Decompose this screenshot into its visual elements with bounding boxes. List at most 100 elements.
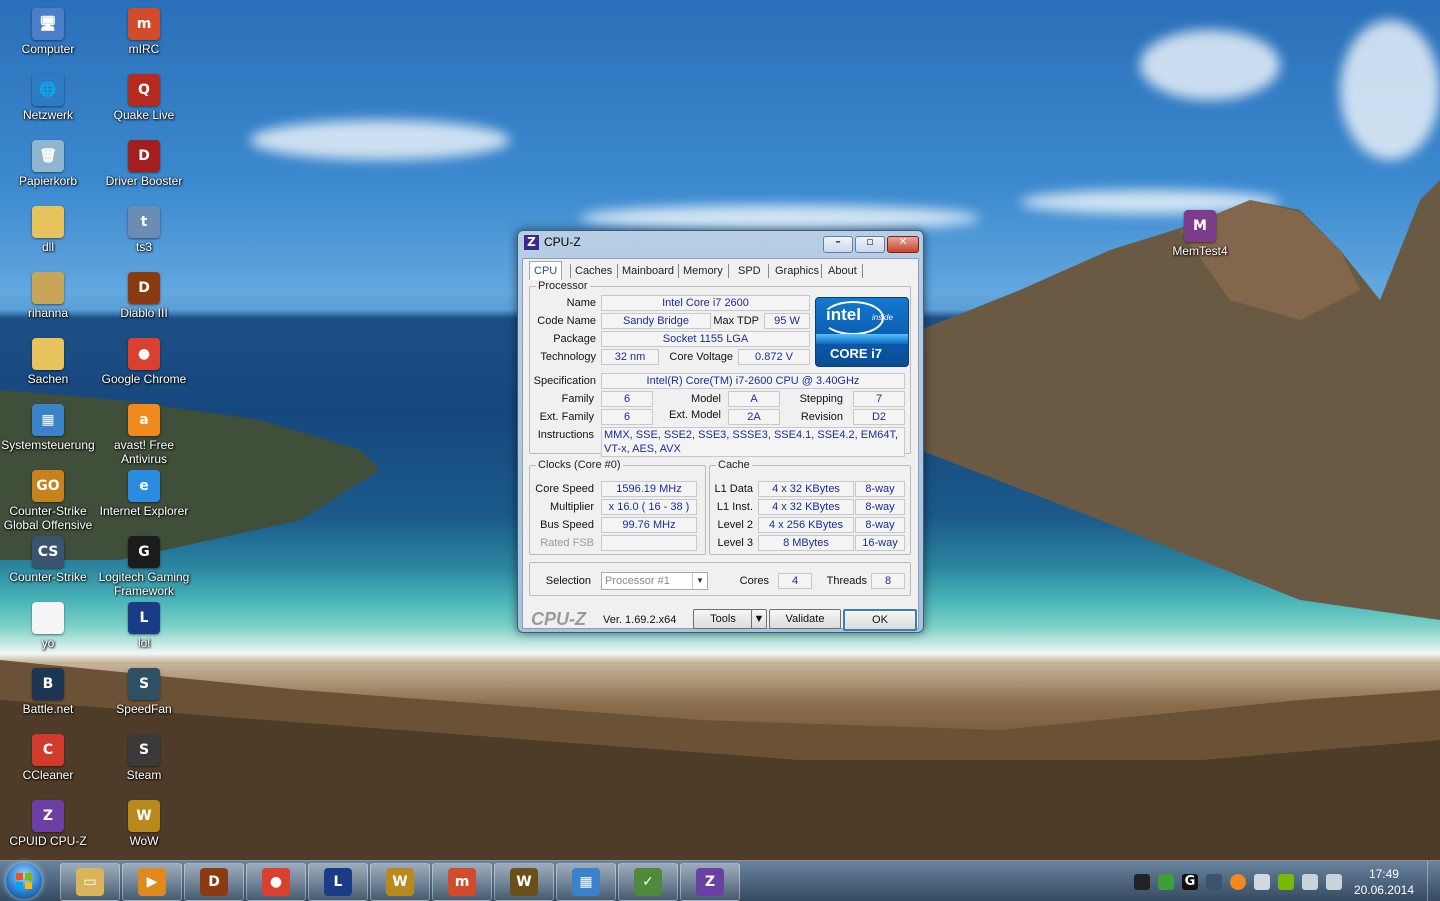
logitech-tray-icon[interactable]: G <box>1182 874 1198 890</box>
taskbar-button-explorer[interactable]: ▭ <box>60 863 120 901</box>
desktop-icon-logitech-gaming-framework[interactable]: G Logitech Gaming Framework <box>96 532 192 598</box>
network-tray-icon[interactable] <box>1254 874 1270 890</box>
ratedfsb-value <box>601 535 697 551</box>
desktop-icon-battle-net[interactable]: B Battle.net <box>0 664 96 726</box>
nvidia-tray-icon[interactable] <box>1278 874 1294 890</box>
desktop-icon-diablo-iii[interactable]: D Diablo III <box>96 268 192 330</box>
action-center-flag-icon[interactable] <box>1326 874 1342 890</box>
speedfan-tray-icon[interactable] <box>1206 874 1222 890</box>
cores-value: 4 <box>778 573 812 589</box>
close-button[interactable]: ✕ <box>887 235 919 253</box>
volume-icon[interactable] <box>1302 874 1318 890</box>
taskbar-button-wow-2[interactable]: W <box>494 863 554 901</box>
tab-separator <box>768 264 769 278</box>
desktop-icon-computer[interactable]: 🖥 Computer <box>0 4 96 66</box>
cpuz-brand-logo: CPU-Z <box>531 609 586 629</box>
desktop-icon-internet-explorer[interactable]: e Internet Explorer <box>96 466 192 528</box>
cache-size-l3: 8 MBytes <box>758 535 854 551</box>
taskbar-clock[interactable]: 17:49 20.06.2014 <box>1354 866 1414 898</box>
desktop-icon-counter-strike[interactable]: CS Counter-Strike <box>0 532 96 594</box>
control-panel-icon: ▦ <box>572 868 600 896</box>
package-label: Package <box>553 333 596 345</box>
validate-button[interactable]: Validate <box>769 609 841 629</box>
window-title: CPU-Z <box>544 235 581 249</box>
taskbar-button-lol[interactable]: L <box>308 863 368 901</box>
cpuz-titlebar[interactable]: Z CPU-Z – ▫ ✕ <box>518 231 923 255</box>
taskbar-button-diablo[interactable]: D <box>184 863 244 901</box>
tab-caches[interactable]: Caches <box>571 263 616 279</box>
tab-about[interactable]: About <box>824 263 861 279</box>
cache-way-l1inst: 8-way <box>855 499 905 515</box>
desktop-icon-speedfan[interactable]: S SpeedFan <box>96 664 192 726</box>
clocks-legend: Clocks (Core #0) <box>538 459 621 471</box>
desktop-icon-sachen[interactable]: Sachen <box>0 334 96 396</box>
desktop-icon-label: Counter-Strike Global Offensive <box>3 504 93 532</box>
desktop-icon-driver-booster[interactable]: D Driver Booster <box>96 136 192 198</box>
computer-icon: 🖥 <box>32 8 64 40</box>
cache-label-l3: Level 3 <box>717 537 753 549</box>
tools-dropdown-button[interactable]: ▼ <box>751 609 767 629</box>
windows-logo-icon <box>16 873 32 889</box>
specification-label: Specification <box>533 375 596 387</box>
desktop-icon-rihanna[interactable]: rihanna <box>0 268 96 330</box>
extfamily-value: 6 <box>601 409 653 425</box>
desktop-icon-steam[interactable]: S Steam <box>96 730 192 792</box>
extfamily-label: Ext. Family <box>539 411 594 423</box>
version-text: Ver. 1.69.2.x64 <box>603 614 677 626</box>
taskbar-button-chrome[interactable]: ● <box>246 863 306 901</box>
chevron-down-icon: ▼ <box>753 613 765 625</box>
intel-inside-text: inside <box>872 313 893 322</box>
taskbar-button-mirc[interactable]: m <box>432 863 492 901</box>
taskbar-button-task-manager[interactable]: ✓ <box>618 863 678 901</box>
stepping-label: Stepping <box>799 393 843 405</box>
cpuz-window[interactable]: Z CPU-Z – ▫ ✕ CPU Caches Mainboard Memor… <box>517 230 924 633</box>
desktop-icon-mirc[interactable]: m mIRC <box>96 4 192 66</box>
tab-mainboard[interactable]: Mainboard <box>618 263 678 279</box>
desktop-icon-google-chrome[interactable]: ● Google Chrome <box>96 334 192 396</box>
tools-button[interactable]: Tools <box>693 609 753 629</box>
explorer-icon: ▭ <box>76 868 104 896</box>
taskbar-button-cpu-z[interactable]: Z <box>680 863 740 901</box>
taskbar-button-wow[interactable]: W <box>370 863 430 901</box>
maximize-button[interactable]: ▫ <box>855 235 885 253</box>
tab-memory[interactable]: Memory <box>679 263 727 279</box>
speedfan-icon: S <box>128 668 160 700</box>
desktop-icon-label: mIRC <box>128 42 160 56</box>
desktop-icon-netzwerk[interactable]: 🌐 Netzwerk <box>0 70 96 132</box>
desktop-icon-papierkorb[interactable]: 🗑 Papierkorb <box>0 136 96 198</box>
busspeed-value: 99.76 MHz <box>601 517 697 533</box>
desktop-icon-lol[interactable]: Llol <box>96 598 192 660</box>
desktop-wallpaper: 🖥 Computer m mIRC 🌐 Netzwerk Q Quake Live 🗑 Papie… <box>0 0 1440 860</box>
show-desktop-button[interactable] <box>1427 861 1440 901</box>
desktop-icon-memtest4[interactable]: M MemTest4 <box>1152 206 1248 268</box>
tab-spd[interactable]: SPD <box>734 263 765 279</box>
taskbar-button-media-player[interactable]: ▶ <box>122 863 182 901</box>
minimize-button[interactable]: – <box>823 235 853 253</box>
desktop-icon-avast-free-antivirus[interactable]: a avast! Free Antivirus <box>96 400 192 466</box>
google-chrome-icon: ● <box>128 338 160 370</box>
desktop-icon-wow[interactable]: W WoW <box>96 796 192 858</box>
desktop-icon-label: WoW <box>129 834 159 848</box>
ok-button[interactable]: OK <box>843 609 917 631</box>
desktop-icon-ts3[interactable]: t ts3 <box>96 202 192 264</box>
desktop-icon-ccleaner[interactable]: C CCleaner <box>0 730 96 792</box>
cache-way-l2: 8-way <box>855 517 905 533</box>
security-tray-icon[interactable] <box>1158 874 1174 890</box>
start-button[interactable] <box>6 863 42 899</box>
processor-select[interactable]: Processor #1 ▼ <box>601 572 708 590</box>
threads-value: 8 <box>871 573 905 589</box>
tab-graphics[interactable]: Graphics <box>771 263 823 279</box>
avast-tray-icon[interactable] <box>1230 874 1246 890</box>
steam-tray-icon[interactable] <box>1134 874 1150 890</box>
tab-cpu[interactable]: CPU <box>529 261 563 281</box>
core-i7-text: CORE i7 <box>830 346 883 361</box>
desktop-icon-quake-live[interactable]: Q Quake Live <box>96 70 192 132</box>
desktop-icon-cpuid-cpu-z[interactable]: Z CPUID CPU-Z <box>0 796 96 858</box>
desktop-icon-counter-strike-global-offensive[interactable]: GO Counter-Strike Global Offensive <box>0 466 96 532</box>
taskbar-button-control-panel[interactable]: ▦ <box>556 863 616 901</box>
desktop-icon-dll[interactable]: dll <box>0 202 96 264</box>
desktop-icon-yo[interactable]: yo <box>0 598 96 660</box>
corespeed-label: Core Speed <box>535 483 594 495</box>
desktop-icon-systemsteuerung[interactable]: ▦ Systemsteuerung <box>0 400 96 462</box>
package-value: Socket 1155 LGA <box>601 331 810 347</box>
